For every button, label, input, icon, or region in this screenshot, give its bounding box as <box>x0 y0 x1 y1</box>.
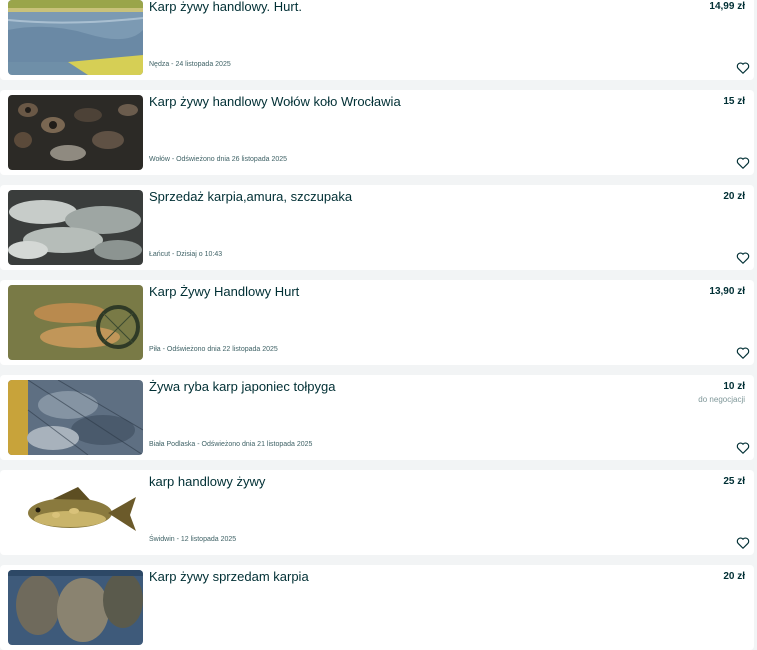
listing-location-date: Nędza - 24 listopada 2025 <box>149 61 231 68</box>
listing-price: 10 zł <box>723 381 745 392</box>
listing-title[interactable]: Karp żywy sprzedam karpia <box>149 569 634 585</box>
listing-card[interactable]: karp handlowy żywy 25 zł Świdwin - 12 li… <box>0 470 754 555</box>
favorite-heart-icon[interactable] <box>736 441 750 455</box>
listing-price: 20 zł <box>723 191 745 202</box>
listing-price: 14,99 zł <box>709 1 745 12</box>
carp-swarm-photo <box>8 95 143 170</box>
negotiable-label: do negocjacji <box>698 395 745 404</box>
favorite-heart-icon[interactable] <box>736 346 750 360</box>
listing-location-date: Biała Podlaska - Odświeżono dnia 21 list… <box>149 441 313 448</box>
listing-card[interactable]: Żywa ryba karp japoniec tołpyga 10 zł do… <box>0 375 754 460</box>
listing-price: 20 zł <box>723 571 745 582</box>
favorite-heart-icon[interactable] <box>736 251 750 265</box>
listing-location-date: Piła - Odświeżono dnia 22 listopada 2025 <box>149 346 278 353</box>
pond-water-photo <box>8 0 143 75</box>
listing-thumbnail[interactable] <box>8 380 143 455</box>
fish-pile-photo <box>8 190 143 265</box>
listing-card[interactable]: Karp żywy handlowy. Hurt. 14,99 zł Nędza… <box>0 0 754 80</box>
listing-thumbnail[interactable] <box>8 0 143 75</box>
listing-thumbnail[interactable] <box>8 285 143 360</box>
listing-card[interactable]: Sprzedaż karpia,amura, szczupaka 20 zł Ł… <box>0 185 754 270</box>
listing-title[interactable]: Żywa ryba karp japoniec tołpyga <box>149 379 634 395</box>
listing-location-date: Świdwin - 12 listopada 2025 <box>149 536 237 543</box>
listing-thumbnail[interactable] <box>8 570 143 645</box>
listing-title[interactable]: Karp żywy handlowy Wołów koło Wrocławia <box>149 94 634 110</box>
listing-price: 15 zł <box>723 96 745 107</box>
listing-card[interactable]: Karp żywy handlowy Wołów koło Wrocławia … <box>0 90 754 175</box>
listing-thumbnail[interactable] <box>8 190 143 265</box>
single-carp-photo <box>8 475 143 550</box>
favorite-heart-icon[interactable] <box>736 61 750 75</box>
listing-title[interactable]: karp handlowy żywy <box>149 474 634 490</box>
favorite-heart-icon[interactable] <box>736 536 750 550</box>
listing-thumbnail[interactable] <box>8 475 143 550</box>
carp-on-grass-photo <box>8 285 143 360</box>
listing-price: 25 zł <box>723 476 745 487</box>
listing-thumbnail[interactable] <box>8 95 143 170</box>
listing-card[interactable]: Karp żywy sprzedam karpia 20 zł <box>0 565 754 650</box>
favorite-heart-icon[interactable] <box>736 156 750 170</box>
listing-list: Karp żywy handlowy. Hurt. 14,99 zł Nędza… <box>0 0 757 650</box>
listing-price: 13,90 zł <box>709 286 745 297</box>
fish-in-net-photo <box>8 380 143 455</box>
listing-location-date: Wołów - Odświeżono dnia 26 listopada 202… <box>149 156 288 163</box>
listing-title[interactable]: Karp Żywy Handlowy Hurt <box>149 284 634 300</box>
listing-title[interactable]: Karp żywy handlowy. Hurt. <box>149 0 634 15</box>
listing-card[interactable]: Karp Żywy Handlowy Hurt 13,90 zł Piła - … <box>0 280 754 365</box>
listing-title[interactable]: Sprzedaż karpia,amura, szczupaka <box>149 189 634 205</box>
listing-location-date: Łańcut - Dzisiaj o 10:43 <box>149 251 223 258</box>
carp-in-crate-photo <box>8 570 143 645</box>
